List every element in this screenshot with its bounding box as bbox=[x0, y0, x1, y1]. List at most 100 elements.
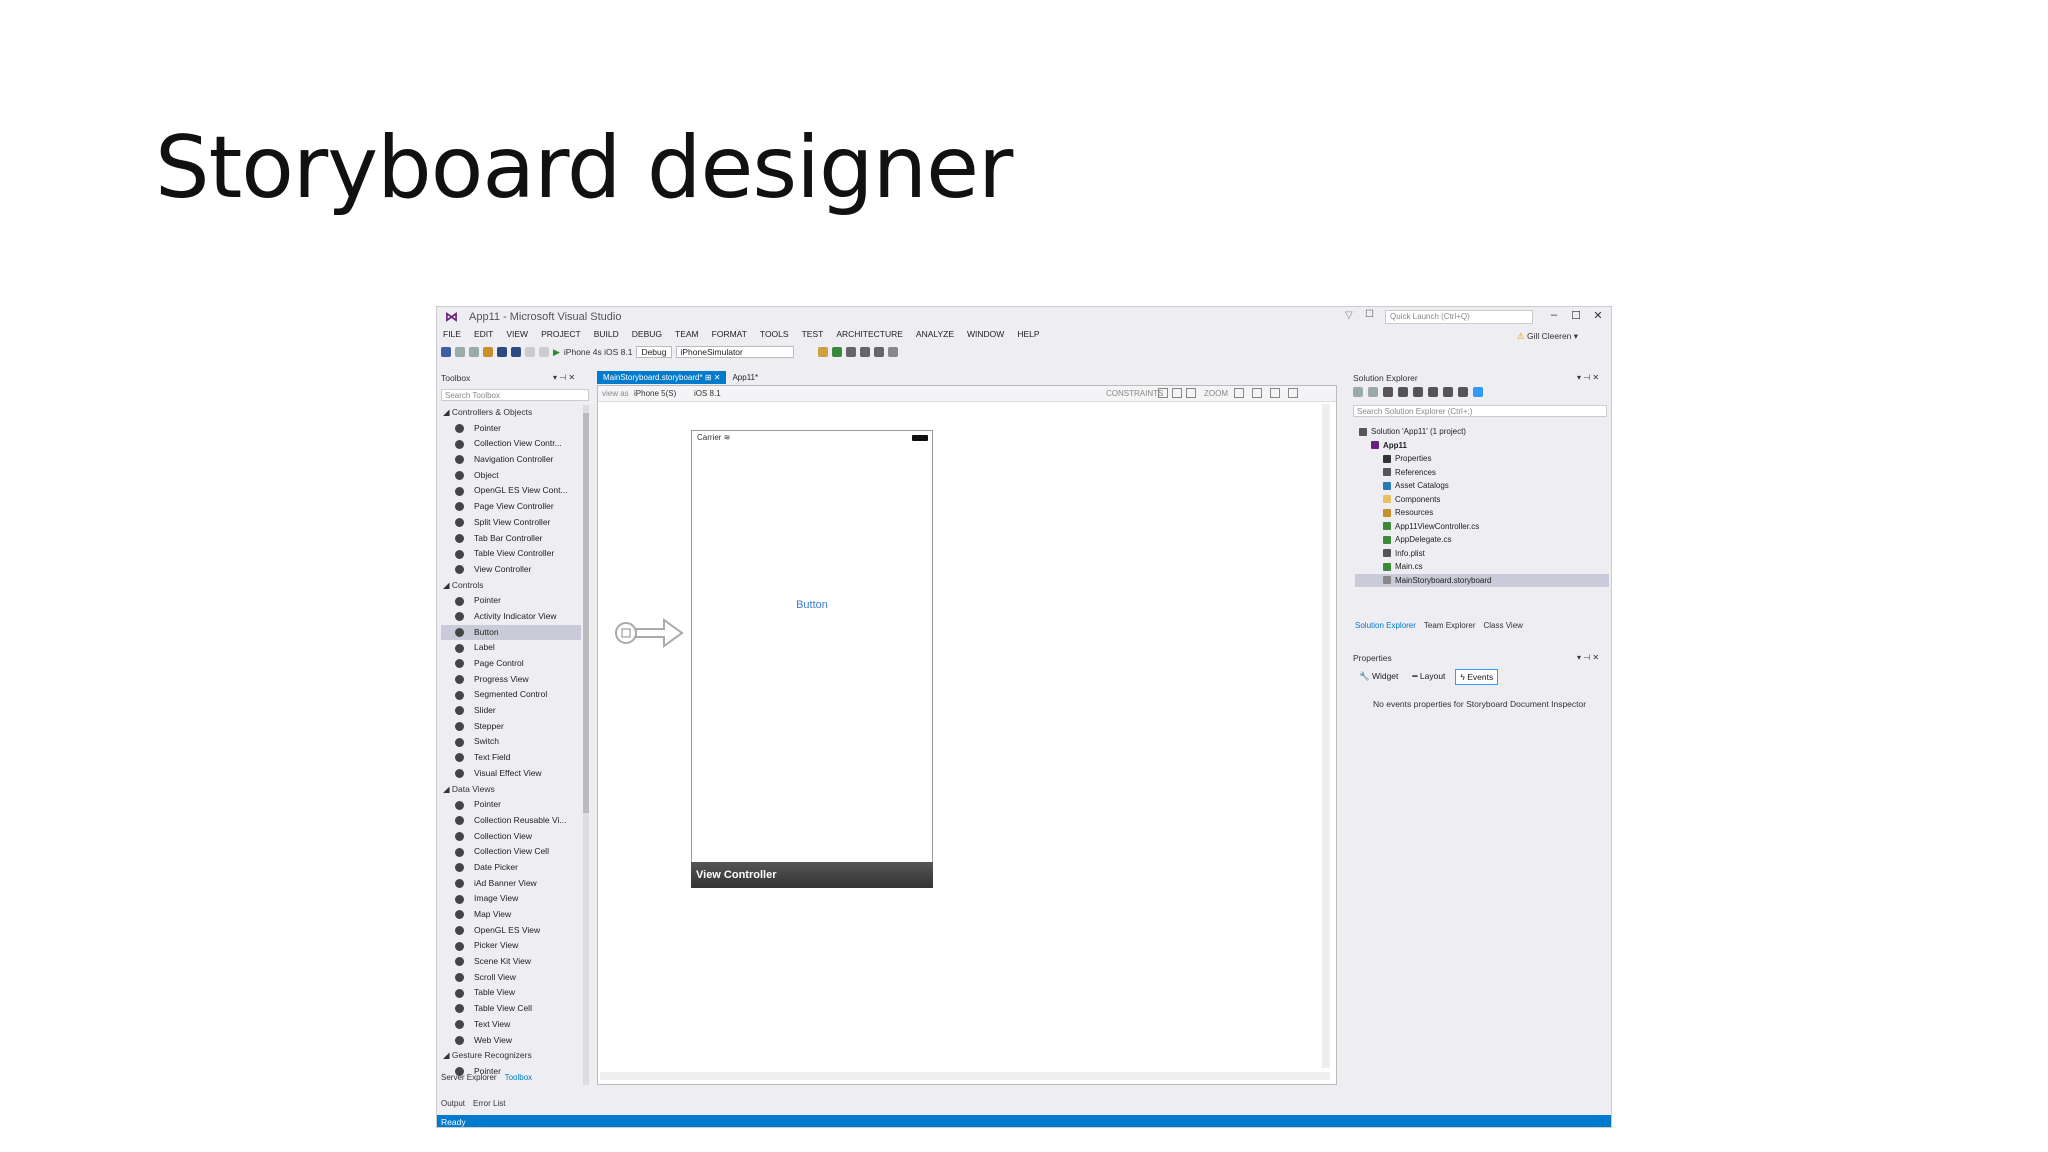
toolbox-item[interactable]: Collection Reusable Vi... bbox=[441, 813, 581, 829]
back-nav-icon[interactable] bbox=[1353, 387, 1363, 397]
remote-icon[interactable] bbox=[887, 347, 898, 357]
toolbox-item[interactable]: Tab Bar Controller bbox=[441, 531, 581, 547]
toolbox-tab[interactable]: Server Explorer bbox=[441, 1073, 497, 1082]
toolbox-pin-icon[interactable]: ▾ ⊣ ✕ bbox=[553, 373, 575, 382]
toolbox-item[interactable]: Image View bbox=[441, 891, 581, 907]
toolbox-item[interactable]: Table View Cell bbox=[441, 1001, 581, 1017]
toolbox-item[interactable]: Collection View Cell bbox=[441, 844, 581, 860]
view-controller-scene[interactable]: Carrier ≋ Button View Controller bbox=[691, 430, 933, 888]
solution-tree-item[interactable]: AppDelegate.cs bbox=[1355, 533, 1609, 547]
forward-icon[interactable] bbox=[455, 347, 465, 357]
refresh-tree-icon[interactable] bbox=[1413, 387, 1423, 397]
menu-debug[interactable]: DEBUG bbox=[632, 329, 662, 341]
forward-nav-icon[interactable] bbox=[1368, 387, 1378, 397]
toolbox-item[interactable]: Split View Controller bbox=[441, 515, 581, 531]
menu-architecture[interactable]: ARCHITECTURE bbox=[836, 329, 903, 341]
properties-tab-events[interactable]: ϟ Events bbox=[1455, 669, 1499, 685]
properties-tab-layout[interactable]: ━ Layout bbox=[1408, 669, 1449, 685]
storyboard-button[interactable]: Button bbox=[692, 599, 932, 611]
show-all-files-icon[interactable] bbox=[1443, 387, 1453, 397]
toolbox-item[interactable]: OpenGL ES View bbox=[441, 923, 581, 939]
menu-window[interactable]: WINDOW bbox=[967, 329, 1004, 341]
toolbox-category[interactable]: ◢ Gesture Recognizers bbox=[441, 1048, 581, 1064]
menu-help[interactable]: HELP bbox=[1017, 329, 1039, 341]
toolbox-search-input[interactable]: Search Toolbox bbox=[441, 389, 589, 401]
menu-edit[interactable]: EDIT bbox=[474, 329, 493, 341]
start-icon[interactable]: ▶ bbox=[553, 347, 560, 358]
menu-tools[interactable]: TOOLS bbox=[760, 329, 789, 341]
menu-build[interactable]: BUILD bbox=[594, 329, 619, 341]
platform-dropdown[interactable]: iPhoneSimulator bbox=[675, 346, 794, 358]
save-icon[interactable] bbox=[497, 347, 507, 357]
solution-tree-item[interactable]: References bbox=[1355, 466, 1609, 480]
zoom-actual-icon[interactable] bbox=[1288, 388, 1298, 398]
panel-icon[interactable] bbox=[873, 347, 884, 357]
close-button[interactable]: ✕ bbox=[1591, 309, 1605, 322]
toolbox-item[interactable]: Navigation Controller bbox=[441, 452, 581, 468]
solution-tree-item[interactable]: Resources bbox=[1355, 506, 1609, 520]
toolbox-item[interactable]: Scroll View bbox=[441, 970, 581, 986]
output-tab[interactable]: Error List bbox=[473, 1099, 505, 1108]
menu-file[interactable]: FILE bbox=[443, 329, 461, 341]
find-icon[interactable] bbox=[817, 347, 828, 357]
toolbox-item[interactable]: Slider bbox=[441, 703, 581, 719]
menu-format[interactable]: FORMAT bbox=[712, 329, 747, 341]
new-project-icon[interactable] bbox=[469, 347, 479, 357]
toolbox-item[interactable]: Page View Controller bbox=[441, 499, 581, 515]
toolbox-item[interactable]: Table View Controller bbox=[441, 546, 581, 562]
document-tab[interactable]: App11* bbox=[726, 371, 764, 384]
properties-pin-icon[interactable]: ▾ ⊣ ✕ bbox=[1577, 653, 1599, 662]
toolbox-item[interactable]: Map View bbox=[441, 907, 581, 923]
toolbox-item[interactable]: Table View bbox=[441, 985, 581, 1001]
wrench-icon[interactable] bbox=[1458, 387, 1468, 397]
solution-search-input[interactable]: Search Solution Explorer (Ctrl+;) bbox=[1353, 405, 1607, 417]
solution-tree-item[interactable]: MainStoryboard.storyboard bbox=[1355, 573, 1609, 587]
toolbox-item[interactable]: Object bbox=[441, 468, 581, 484]
solution-tree-item[interactable]: Properties bbox=[1355, 452, 1609, 466]
output-tab[interactable]: Output bbox=[441, 1099, 465, 1108]
toolbox-item[interactable]: Page Control bbox=[441, 656, 581, 672]
os-dropdown[interactable]: iOS 8.1 bbox=[694, 389, 721, 398]
solution-tree-item[interactable]: App11ViewController.cs bbox=[1355, 520, 1609, 534]
collapse-all-icon[interactable] bbox=[1428, 387, 1438, 397]
toolbox-category[interactable]: ◢ Controls bbox=[441, 578, 581, 594]
toolbox-item[interactable]: Web View bbox=[441, 1033, 581, 1049]
toolbox-tab[interactable]: Toolbox bbox=[505, 1073, 533, 1082]
toolbox-item[interactable]: Scene Kit View bbox=[441, 954, 581, 970]
toolbox-scroll-thumb[interactable] bbox=[583, 413, 589, 813]
zoom-out-icon[interactable] bbox=[1252, 388, 1262, 398]
constraints-clear-icon[interactable] bbox=[1186, 388, 1196, 398]
zoom-in-icon[interactable] bbox=[1270, 388, 1280, 398]
solution-tab[interactable]: Solution Explorer bbox=[1355, 621, 1416, 630]
quick-launch-input[interactable]: Quick Launch (Ctrl+Q) bbox=[1385, 310, 1533, 324]
toolbox-item[interactable]: Pointer bbox=[441, 797, 581, 813]
document-tab[interactable]: MainStoryboard.storyboard* ⊞ ✕ bbox=[597, 371, 727, 384]
constraints-update-icon[interactable] bbox=[1172, 388, 1182, 398]
filter-icon[interactable]: ▽ bbox=[1345, 310, 1353, 321]
toolbox-item[interactable]: Collection View Contr... bbox=[441, 436, 581, 452]
sync-icon[interactable] bbox=[1398, 387, 1408, 397]
open-icon[interactable] bbox=[483, 347, 493, 357]
toolbox-item[interactable]: Collection View bbox=[441, 829, 581, 845]
menu-project[interactable]: PROJECT bbox=[541, 329, 581, 341]
toolbox-item[interactable]: Progress View bbox=[441, 672, 581, 688]
toolbox-item[interactable]: Visual Effect View bbox=[441, 766, 581, 782]
designer-hscrollbar[interactable] bbox=[600, 1072, 1330, 1080]
solution-tree-item[interactable]: Solution 'App11' (1 project) bbox=[1355, 425, 1609, 439]
toolbox-item[interactable]: Stepper bbox=[441, 719, 581, 735]
menu-view[interactable]: VIEW bbox=[506, 329, 528, 341]
toolbox-item[interactable]: Pointer bbox=[441, 593, 581, 609]
view-controller-label[interactable]: View Controller bbox=[691, 862, 933, 888]
solution-explorer-pin-icon[interactable]: ▾ ⊣ ✕ bbox=[1577, 373, 1599, 382]
toolbox-item[interactable]: iAd Banner View bbox=[441, 876, 581, 892]
menu-test[interactable]: TEST bbox=[802, 329, 824, 341]
toolbox-item[interactable]: Switch bbox=[441, 734, 581, 750]
toolbox-item[interactable]: Text Field bbox=[441, 750, 581, 766]
toolbox-item[interactable]: Picker View bbox=[441, 938, 581, 954]
storyboard-designer[interactable]: view as iPhone 5(S) iOS 8.1 CONSTRAINTS … bbox=[597, 385, 1337, 1085]
feedback-icon[interactable]: ☐ bbox=[1365, 309, 1374, 320]
solution-tree-item[interactable]: Info.plist bbox=[1355, 547, 1609, 561]
toolbox-category[interactable]: ◢ Data Views bbox=[441, 782, 581, 798]
menu-team[interactable]: TEAM bbox=[675, 329, 699, 341]
refresh-icon[interactable] bbox=[831, 347, 842, 357]
